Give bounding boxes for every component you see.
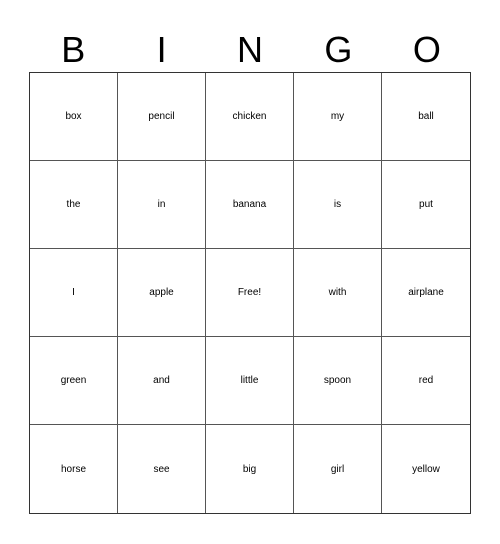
bingo-cell: big <box>206 425 294 513</box>
bingo-grid: box pencil chicken my ball the in banana… <box>29 72 471 514</box>
bingo-cell: airplane <box>382 249 470 337</box>
bingo-cell: chicken <box>206 73 294 161</box>
bingo-cell: apple <box>118 249 206 337</box>
bingo-cell: ball <box>382 73 470 161</box>
bingo-cell: put <box>382 161 470 249</box>
bingo-cell: in <box>118 161 206 249</box>
bingo-cell: girl <box>294 425 382 513</box>
bingo-cell: red <box>382 337 470 425</box>
bingo-cell: green <box>30 337 118 425</box>
bingo-cell: yellow <box>412 463 440 475</box>
bingo-cell: pencil <box>118 73 206 161</box>
bingo-cell: I <box>30 249 118 337</box>
free-space-cell: Free! <box>206 249 294 337</box>
bingo-cell: is <box>294 161 382 249</box>
bingo-header: B I N G O <box>29 28 471 72</box>
header-letter-i: I <box>156 29 167 70</box>
bingo-cell: spoon <box>294 337 382 425</box>
bingo-cell: and <box>118 337 206 425</box>
bingo-cell: see <box>118 425 206 513</box>
bingo-cell: horse <box>30 425 118 513</box>
bingo-cell: my <box>294 73 382 161</box>
header-letter-g: G <box>324 29 353 70</box>
header-letter-o: O <box>412 29 441 70</box>
bingo-cell: banana <box>206 161 294 249</box>
header-letter-b: B <box>61 29 86 70</box>
header-letter-n: N <box>237 29 264 70</box>
bingo-cell: box <box>30 73 118 161</box>
bingo-cell: with <box>294 249 382 337</box>
bingo-cell: the <box>30 161 118 249</box>
bingo-cell: little <box>206 337 294 425</box>
